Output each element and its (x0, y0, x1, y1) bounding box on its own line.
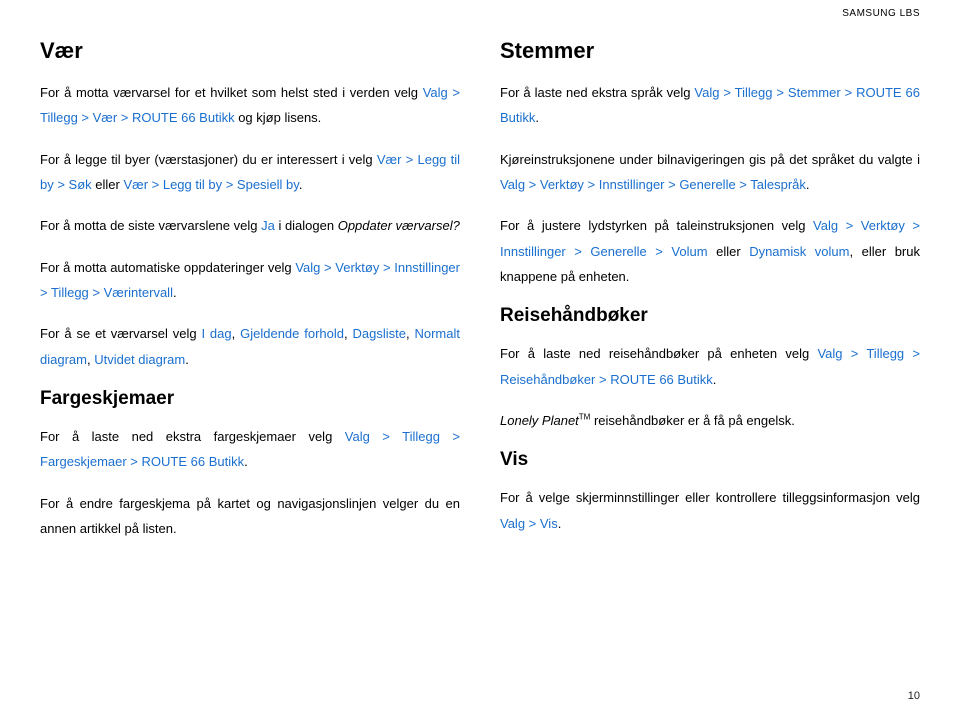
text: For å motta automatiske oppdateringer ve… (40, 260, 295, 275)
text: For å se et værvarsel velg (40, 326, 201, 341)
right-column: Stemmer For å laste ned ekstra språk vel… (500, 36, 920, 557)
heading-stemmer: Stemmer (500, 38, 920, 64)
content-columns: Vær For å motta værvarsel for et hvilket… (40, 36, 920, 557)
text: For å motta de siste værvarslene velg (40, 218, 261, 233)
text: Kjøreinstruksjonene under bilnavigeringe… (500, 152, 920, 167)
option: I dag (201, 326, 231, 341)
text: . (558, 516, 562, 531)
para-stem-2: Kjøreinstruksjonene under bilnavigeringe… (500, 147, 920, 198)
option: Dynamisk volum (749, 244, 849, 259)
heading-vis: Vis (500, 449, 920, 471)
para-reise-1: For å laste ned reisehåndbøker på enhete… (500, 341, 920, 392)
text: . (173, 285, 177, 300)
text: eller (92, 177, 124, 192)
text: For å laste ned reisehåndbøker på enhete… (500, 346, 817, 361)
text: , (232, 326, 240, 341)
nav-path: Valg > Verktøy > Innstillinger > Generel… (500, 177, 806, 192)
para-farg-2: For å endre fargeskjema på kartet og nav… (40, 491, 460, 542)
text: For å laste ned ekstra fargeskjemaer vel… (40, 429, 345, 444)
option-ja: Ja (261, 218, 275, 233)
trademark: TM (579, 413, 591, 422)
para-reise-2: Lonely PlanetTM reisehåndbøker er å få p… (500, 408, 920, 433)
brand-name: Lonely Planet (500, 413, 579, 428)
page-number: 10 (908, 690, 920, 702)
text: . (299, 177, 303, 192)
option: Gjeldende forhold (240, 326, 344, 341)
para-vaer-2: For å legge til byer (værstasjoner) du e… (40, 147, 460, 198)
para-farg-1: For å laste ned ekstra fargeskjemaer vel… (40, 424, 460, 475)
para-stem-3: For å justere lydstyrken på taleinstruks… (500, 213, 920, 289)
para-vaer-3: For å motta de siste værvarslene velg Ja… (40, 213, 460, 238)
option: Utvidet diagram (94, 352, 185, 367)
para-vaer-1: For å motta værvarsel for et hvilket som… (40, 80, 460, 131)
text: For å velge skjerminnstillinger eller ko… (500, 490, 920, 505)
text: eller (708, 244, 750, 259)
para-vaer-5: For å se et værvarsel velg I dag, Gjelde… (40, 321, 460, 372)
text: . (535, 110, 539, 125)
text: , (344, 326, 352, 341)
text: . (185, 352, 189, 367)
para-vis-1: For å velge skjerminnstillinger eller ko… (500, 485, 920, 536)
heading-fargeskjemaer: Fargeskjemaer (40, 388, 460, 410)
text: . (713, 372, 717, 387)
text: i dialogen (275, 218, 338, 233)
nav-path: Valg > Vis (500, 516, 558, 531)
brand-label: SAMSUNG LBS (842, 8, 920, 19)
text: . (806, 177, 810, 192)
dialog-name: Oppdater værvarsel? (338, 218, 460, 233)
text: og kjøp lisens. (235, 110, 322, 125)
left-column: Vær For å motta værvarsel for et hvilket… (40, 36, 460, 557)
text: For å legge til byer (værstasjoner) du e… (40, 152, 377, 167)
text: For å laste ned ekstra språk velg (500, 85, 694, 100)
text: For å justere lydstyrken på taleinstruks… (500, 218, 813, 233)
text: . (244, 454, 248, 469)
option: Dagsliste (353, 326, 406, 341)
para-vaer-4: For å motta automatiske oppdateringer ve… (40, 255, 460, 306)
nav-path: Vær > Legg til by > Spesiell by (123, 177, 298, 192)
heading-reisehandboker: Reisehåndbøker (500, 305, 920, 327)
heading-vaer: Vær (40, 38, 460, 64)
text: reisehåndbøker er å få på engelsk. (590, 413, 795, 428)
text: For å motta værvarsel for et hvilket som… (40, 85, 423, 100)
para-stem-1: For å laste ned ekstra språk velg Valg >… (500, 80, 920, 131)
